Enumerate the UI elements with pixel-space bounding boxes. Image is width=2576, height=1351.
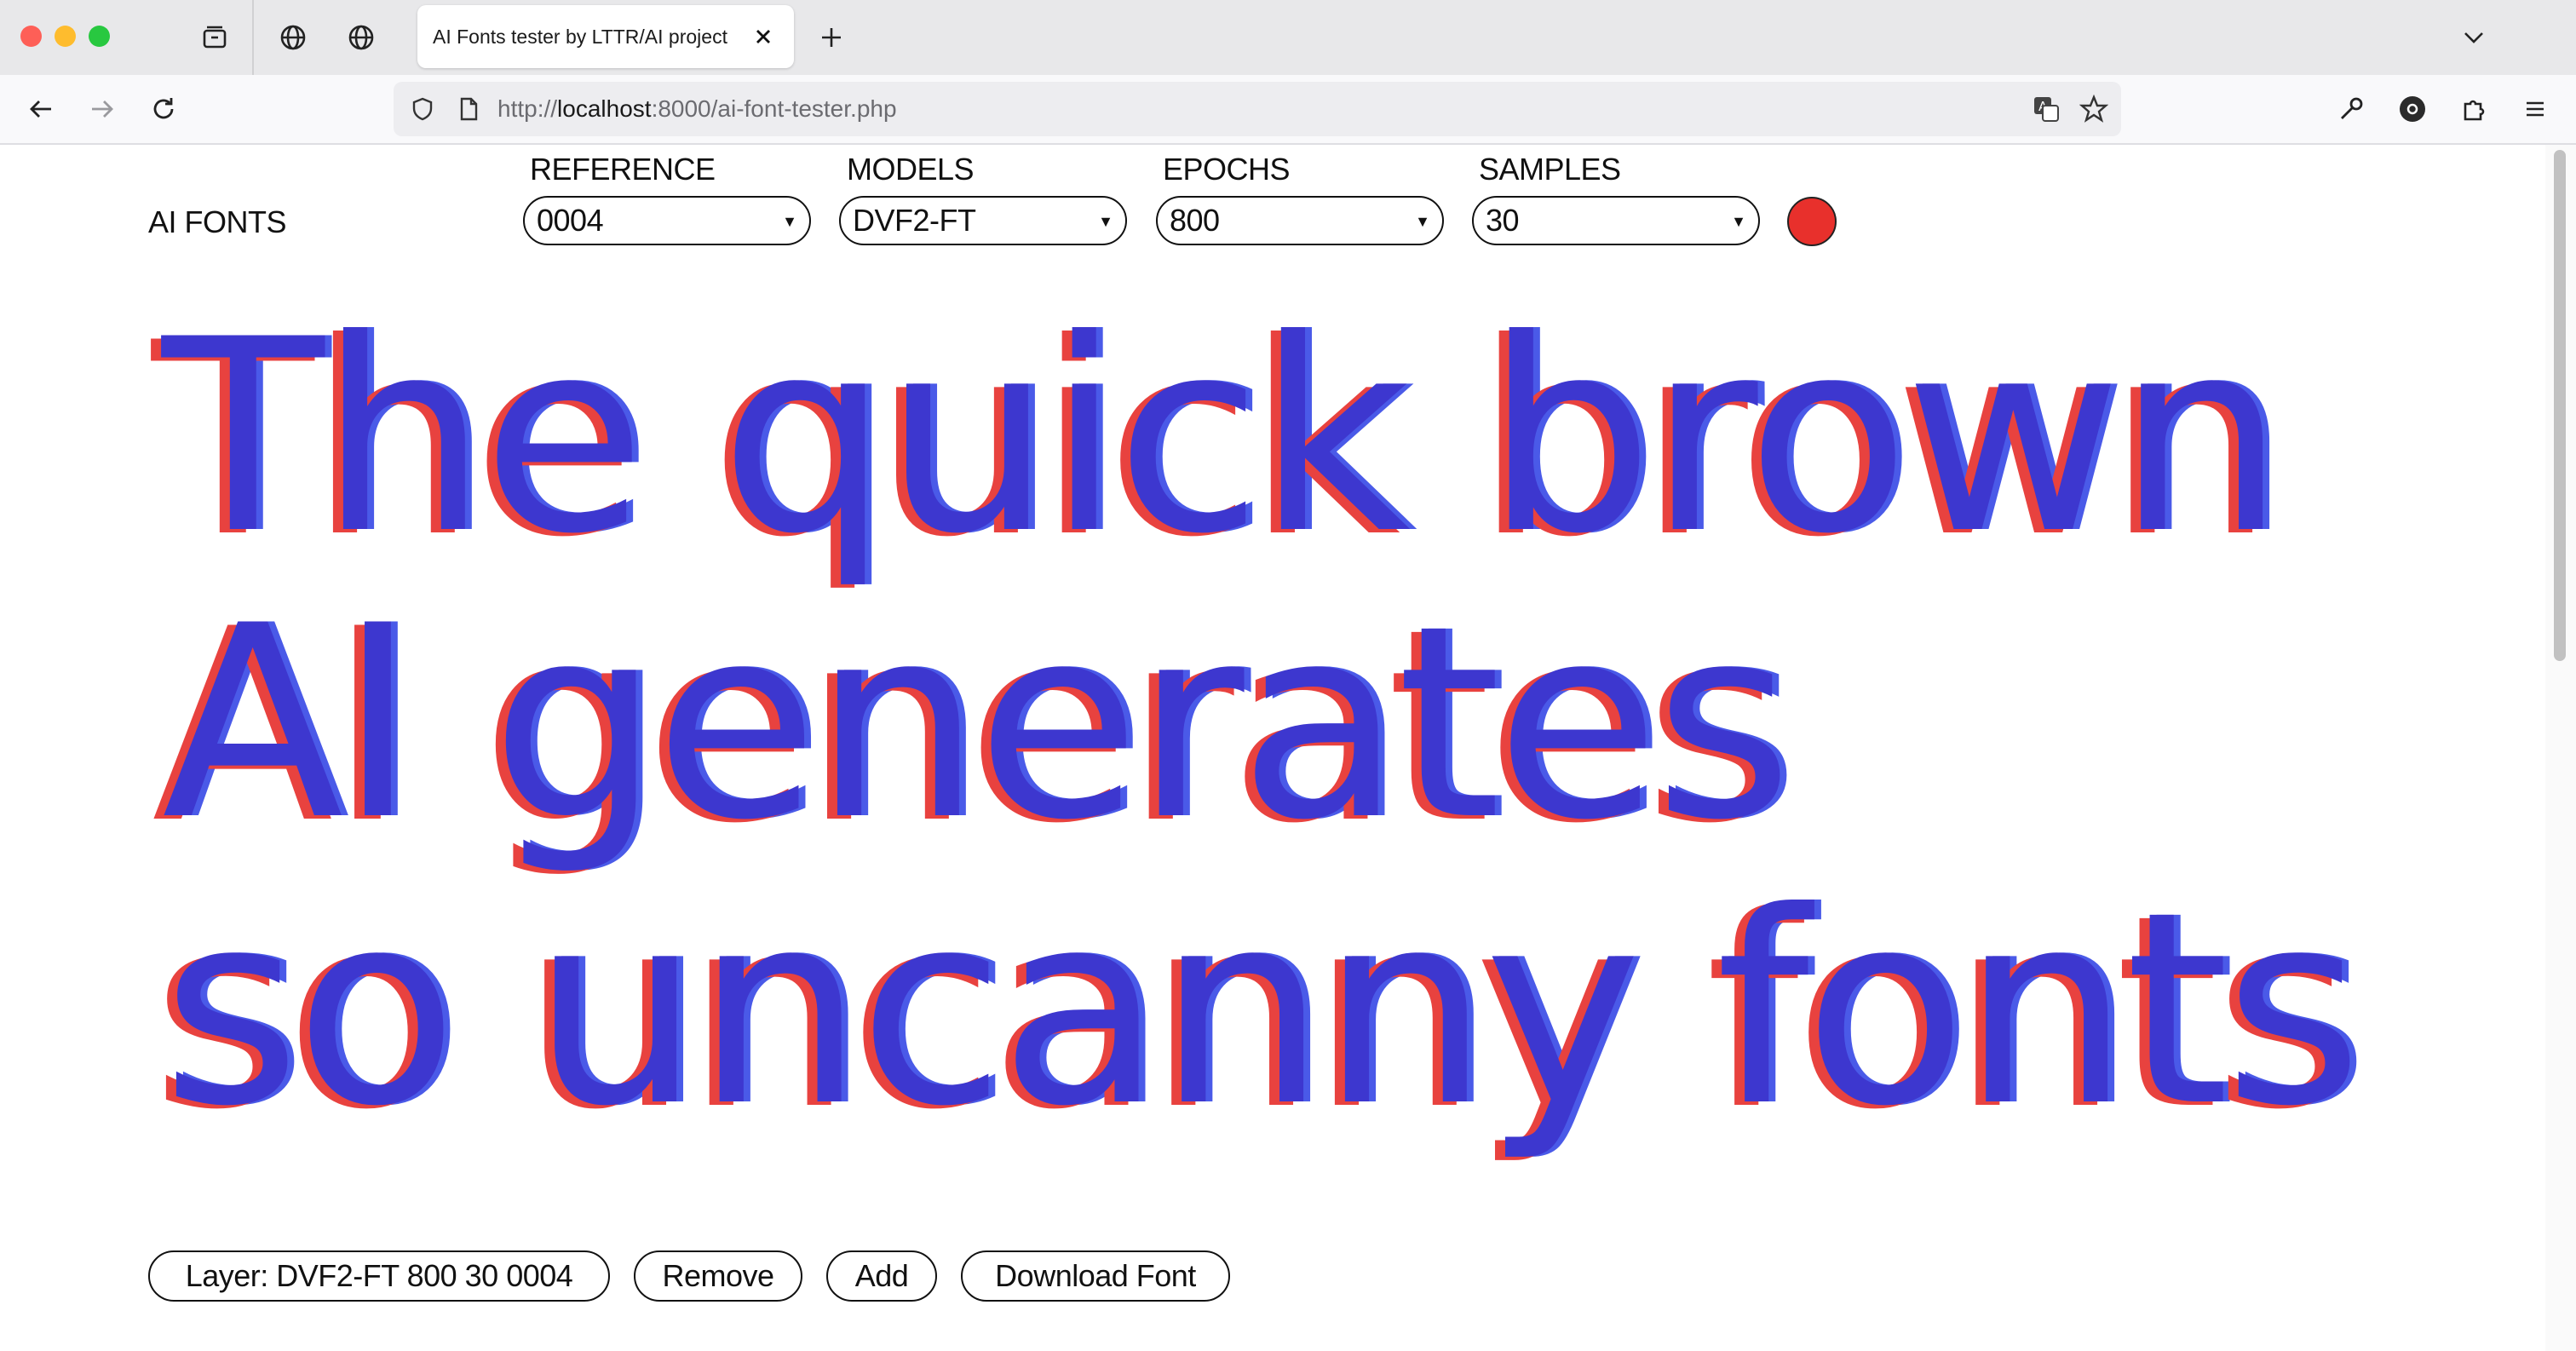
record-button[interactable] [1787,197,1837,246]
brand-title: AI FONTS [148,204,287,239]
download-font-button[interactable]: Download Font [961,1250,1230,1302]
navigation-toolbar: http://localhost:8000/ai-font-tester.php… [0,75,2576,145]
page-info-icon[interactable] [450,90,487,128]
samples-value: 30 [1486,203,1520,238]
samples-select[interactable]: 30 ▼ [1472,196,1760,245]
samples-label: SAMPLES [1479,152,1621,187]
vertical-scrollbar[interactable] [2545,145,2576,1351]
epochs-select[interactable]: 800 ▼ [1156,196,1444,245]
scrollbar-thumb[interactable] [2554,150,2566,661]
dropdown-arrow-icon: ▼ [782,213,797,230]
dropdown-arrow-icon: ▼ [1415,213,1430,230]
browser-tab-bar: AI Fonts tester by LTTR/AI project [0,0,2576,75]
font-specimen[interactable]: The quick brown AI generates so uncanny … [162,294,2496,1153]
layer-selector[interactable]: Layer: DVF2-FT 800 30 0004 [148,1250,610,1302]
window-minimize-button[interactable] [55,26,76,47]
epochs-label: EPOCHS [1163,152,1291,187]
globe-icon[interactable] [342,19,380,56]
bookmark-star-icon[interactable] [2075,90,2113,128]
reload-icon[interactable] [145,90,182,128]
specimen-line-3: so uncanny fonts [162,854,2362,1164]
back-arrow-icon[interactable] [22,90,60,128]
new-tab-icon[interactable] [813,19,850,56]
dropdown-arrow-icon: ▼ [1098,213,1113,230]
reference-label: REFERENCE [530,152,716,187]
active-tab[interactable]: AI Fonts tester by LTTR/AI project [417,5,794,68]
models-label: MODELS [847,152,975,187]
close-tab-icon[interactable] [748,21,779,52]
url-text[interactable]: http://localhost:8000/ai-font-tester.php [497,82,897,136]
account-badge-icon[interactable] [2394,90,2431,128]
extensions-icon[interactable] [2455,90,2493,128]
page-content: AI FONTS REFERENCE 0004 ▼ MODELS DVF2-FT… [0,145,2545,1351]
menu-icon[interactable] [2516,90,2554,128]
models-select[interactable]: DVF2-FT ▼ [839,196,1127,245]
remove-button[interactable]: Remove [634,1250,802,1302]
globe-icon[interactable] [274,19,312,56]
tab-title: AI Fonts tester by LTTR/AI project [433,25,727,48]
epochs-value: 800 [1170,203,1220,238]
url-host: localhost [557,95,652,122]
reference-value: 0004 [537,203,604,238]
window-maximize-button[interactable] [89,26,110,47]
address-bar[interactable]: http://localhost:8000/ai-font-tester.php… [394,82,2121,136]
forward-arrow-icon[interactable] [83,90,121,128]
specimen-line-1: The quick brown [162,282,2286,592]
dropdown-arrow-icon: ▼ [1731,213,1746,230]
shield-icon[interactable] [404,90,441,128]
tab-separator [252,0,254,75]
translate-icon[interactable]: A [2027,90,2065,128]
reference-select[interactable]: 0004 ▼ [523,196,811,245]
wrench-icon[interactable] [2332,90,2370,128]
specimen-line-2: AI generates [162,568,1793,878]
tab-list-chevron-icon[interactable] [2455,19,2493,56]
models-value: DVF2-FT [853,203,976,238]
add-button[interactable]: Add [826,1250,937,1302]
tab-tray-icon[interactable] [196,19,233,56]
window-close-button[interactable] [20,26,42,47]
